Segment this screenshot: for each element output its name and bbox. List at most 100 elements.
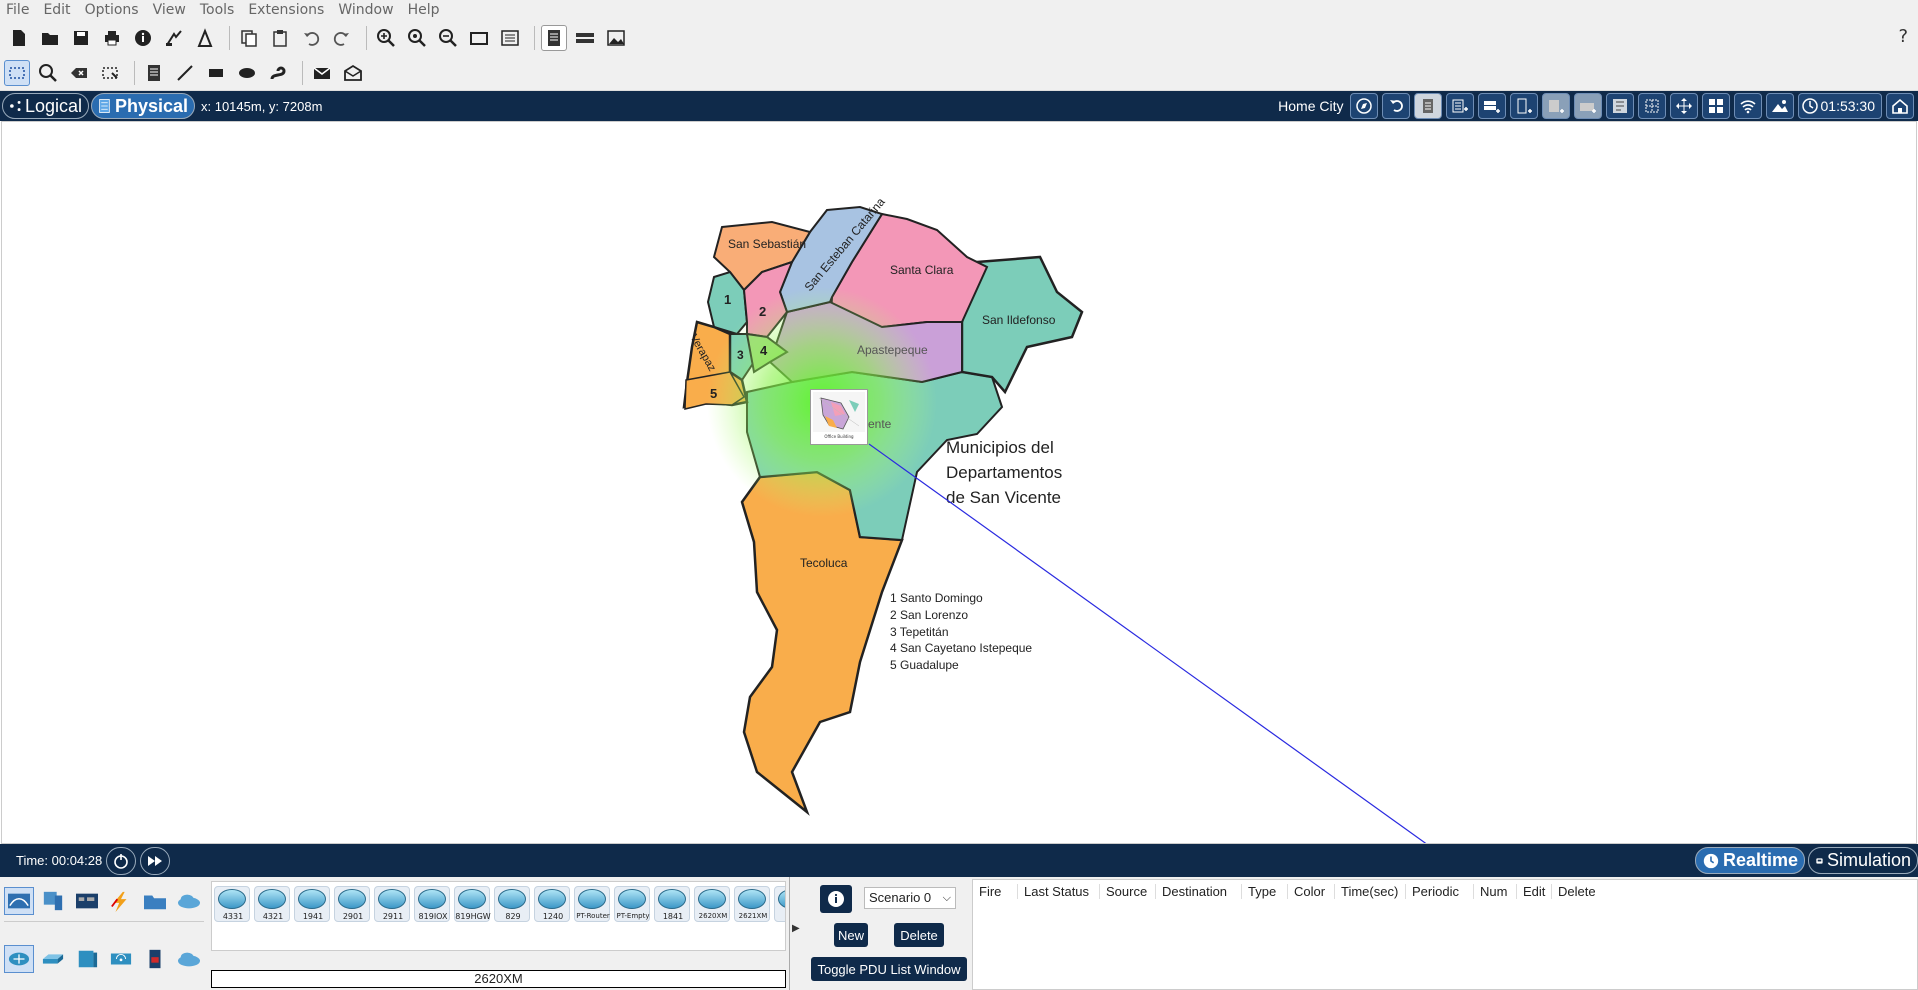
col-periodic[interactable]: Periodic	[1406, 883, 1474, 899]
print-icon[interactable]	[99, 25, 125, 51]
device-pt-router[interactable]: PT-Router	[574, 886, 610, 922]
scenario-info-button[interactable]	[820, 885, 852, 913]
subcategory-wan-emulation-icon[interactable]	[174, 945, 204, 973]
delete-tool-icon[interactable]	[66, 60, 92, 86]
notes-icon[interactable]	[541, 25, 567, 51]
paste-icon[interactable]	[267, 25, 293, 51]
select-tool-icon[interactable]	[4, 60, 30, 86]
image-icon[interactable]	[603, 25, 629, 51]
info-icon[interactable]	[130, 25, 156, 51]
new-closet-icon[interactable]	[1477, 93, 1506, 119]
category-multiuser-icon[interactable]	[174, 887, 204, 915]
activity-wizard-icon[interactable]	[192, 25, 218, 51]
power-cycle-button[interactable]	[106, 846, 137, 875]
menu-edit[interactable]: Edit	[43, 2, 70, 18]
col-num[interactable]: Num	[1474, 883, 1517, 899]
device-819hgw[interactable]: 819HGW	[454, 886, 491, 922]
drawing-palette-icon[interactable]	[466, 25, 492, 51]
category-miscellaneous-icon[interactable]	[140, 887, 170, 915]
col-time[interactable]: Time(sec)	[1335, 883, 1406, 899]
freeform-icon[interactable]	[265, 60, 291, 86]
device-1941[interactable]: 1941	[294, 886, 330, 922]
subcategory-hubs-icon[interactable]	[72, 945, 102, 973]
save-icon[interactable]	[68, 25, 94, 51]
wireless-icon[interactable]	[1733, 93, 1762, 119]
toggle-pdu-list-button[interactable]: Toggle PDU List Window	[811, 957, 967, 981]
zoom-reset-icon[interactable]	[404, 25, 430, 51]
simulation-mode-button[interactable]: Simulation	[1808, 847, 1918, 874]
network-wizard-icon[interactable]	[161, 25, 187, 51]
home-icon[interactable]	[1886, 93, 1914, 119]
device-4331[interactable]: 4331	[214, 886, 250, 922]
col-edit[interactable]: Edit	[1517, 883, 1552, 899]
device-2620xm[interactable]: 2620XM	[694, 886, 730, 922]
device-pt-empty[interactable]: PT-Empty	[614, 886, 650, 922]
col-source[interactable]: Source	[1100, 883, 1156, 899]
subcategory-wireless-icon[interactable]	[106, 945, 136, 973]
draw-line-icon[interactable]	[172, 60, 198, 86]
category-connections-icon[interactable]	[106, 887, 136, 915]
new-scenario-button[interactable]: New	[834, 923, 868, 947]
background-image-icon[interactable]	[1765, 93, 1794, 119]
custom-device-icon[interactable]	[497, 25, 523, 51]
new-table-icon[interactable]	[1541, 93, 1570, 119]
new-shelf-icon[interactable]	[1573, 93, 1602, 119]
device-1240[interactable]: 1240	[534, 886, 570, 922]
clock-icon[interactable]: 01:53:30	[1797, 93, 1882, 119]
inspect-tool-icon[interactable]	[35, 60, 61, 86]
new-file-icon[interactable]	[6, 25, 32, 51]
device-2901[interactable]: 2901	[334, 886, 370, 922]
redo-icon[interactable]	[329, 25, 355, 51]
menu-extensions[interactable]: Extensions	[248, 2, 324, 18]
new-rack-icon[interactable]	[1509, 93, 1538, 119]
new-building-icon[interactable]	[1445, 93, 1474, 119]
col-color[interactable]: Color	[1288, 883, 1335, 899]
back-icon[interactable]	[1381, 93, 1410, 119]
location-breadcrumb[interactable]: Home City	[1278, 98, 1343, 114]
place-note-icon[interactable]	[141, 60, 167, 86]
delete-scenario-button[interactable]: Delete	[894, 923, 944, 947]
device-partial[interactable]: 2	[774, 886, 785, 922]
col-destination[interactable]: Destination	[1156, 883, 1242, 899]
draw-rectangle-icon[interactable]	[203, 60, 229, 86]
draw-ellipse-icon[interactable]	[234, 60, 260, 86]
move-object-icon[interactable]	[1669, 93, 1698, 119]
device-2911[interactable]: 2911	[374, 886, 410, 922]
scenario-select[interactable]: Scenario 0 ⌵	[864, 887, 956, 909]
category-network-devices-icon[interactable]	[4, 887, 34, 915]
device-4321[interactable]: 4321	[254, 886, 290, 922]
subcategory-security-icon[interactable]	[140, 945, 170, 973]
col-last-status[interactable]: Last Status	[1018, 883, 1100, 899]
navigation-compass-icon[interactable]	[1349, 93, 1378, 119]
rack-view-icon[interactable]	[1413, 93, 1442, 119]
device-829[interactable]: 829	[494, 886, 530, 922]
device-list[interactable]: 4331 4321 1941 2901 2911 819IOX 819HGW 8…	[211, 881, 786, 951]
menu-view[interactable]: View	[153, 2, 186, 18]
open-folder-icon[interactable]	[37, 25, 63, 51]
undo-icon[interactable]	[298, 25, 324, 51]
help-button[interactable]: ?	[1898, 26, 1908, 47]
office-building-node[interactable]: Office Building	[810, 389, 868, 445]
wiring-closet-icon[interactable]	[1605, 93, 1634, 119]
menu-file[interactable]: File	[6, 2, 29, 18]
col-type[interactable]: Type	[1242, 883, 1288, 899]
expand-arrow-icon[interactable]: ▶	[792, 923, 800, 934]
col-delete[interactable]: Delete	[1552, 884, 1612, 899]
simple-pdu-icon[interactable]	[309, 60, 335, 86]
menu-help[interactable]: Help	[408, 2, 440, 18]
logical-view-button[interactable]: Logical	[2, 93, 89, 119]
subcategory-switches-icon[interactable]	[38, 945, 68, 973]
menu-window[interactable]: Window	[338, 2, 393, 18]
menu-tools[interactable]: Tools	[200, 2, 235, 18]
menu-options[interactable]: Options	[85, 2, 139, 18]
zoom-in-icon[interactable]	[373, 25, 399, 51]
resize-tool-icon[interactable]	[97, 60, 123, 86]
device-819iox[interactable]: 819IOX	[414, 886, 450, 922]
zoom-out-icon[interactable]	[435, 25, 461, 51]
physical-workspace[interactable]: San Sebastián San Esteban Catarina Santa…	[1, 121, 1917, 844]
physical-view-button[interactable]: Physical	[91, 93, 195, 119]
subcategory-routers-icon[interactable]	[4, 945, 34, 973]
category-components-icon[interactable]	[72, 887, 102, 915]
device-2621xm[interactable]: 2621XM	[734, 886, 770, 922]
realtime-mode-button[interactable]: Realtime	[1695, 847, 1805, 874]
